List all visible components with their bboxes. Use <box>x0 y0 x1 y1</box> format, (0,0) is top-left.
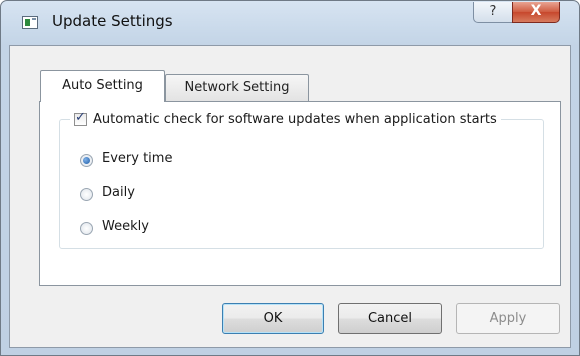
radio-daily-label[interactable]: Daily <box>102 185 135 200</box>
tab-panel-auto-setting: ✓ Automatic check for software updates w… <box>39 101 561 286</box>
radio-weekly-label[interactable]: Weekly <box>102 219 149 234</box>
dialog-window: Update Settings ? X Auto Setting Network… <box>0 0 580 356</box>
radio-weekly[interactable] <box>80 222 93 235</box>
app-icon <box>22 16 38 29</box>
auto-check-label[interactable]: Automatic check for software updates whe… <box>93 112 497 127</box>
radio-every-time[interactable] <box>80 154 93 167</box>
ok-button[interactable]: OK <box>222 303 324 334</box>
window-title: Update Settings <box>52 12 173 30</box>
auto-check-row[interactable]: ✓ Automatic check for software updates w… <box>70 109 501 129</box>
dialog-body: Auto Setting Network Setting ✓ Automatic… <box>9 45 571 348</box>
radio-every-time-label[interactable]: Every time <box>102 151 172 166</box>
auto-check-checkbox[interactable]: ✓ <box>74 109 87 126</box>
cancel-button[interactable]: Cancel <box>338 303 442 334</box>
apply-button[interactable]: Apply <box>456 303 560 334</box>
help-button[interactable]: ? <box>473 2 513 23</box>
radio-daily[interactable] <box>80 188 93 201</box>
close-button[interactable]: X <box>512 2 560 23</box>
checkmark-icon: ✓ <box>75 109 86 125</box>
tab-network-setting[interactable]: Network Setting <box>165 74 309 101</box>
tab-auto-setting[interactable]: Auto Setting <box>40 70 165 102</box>
